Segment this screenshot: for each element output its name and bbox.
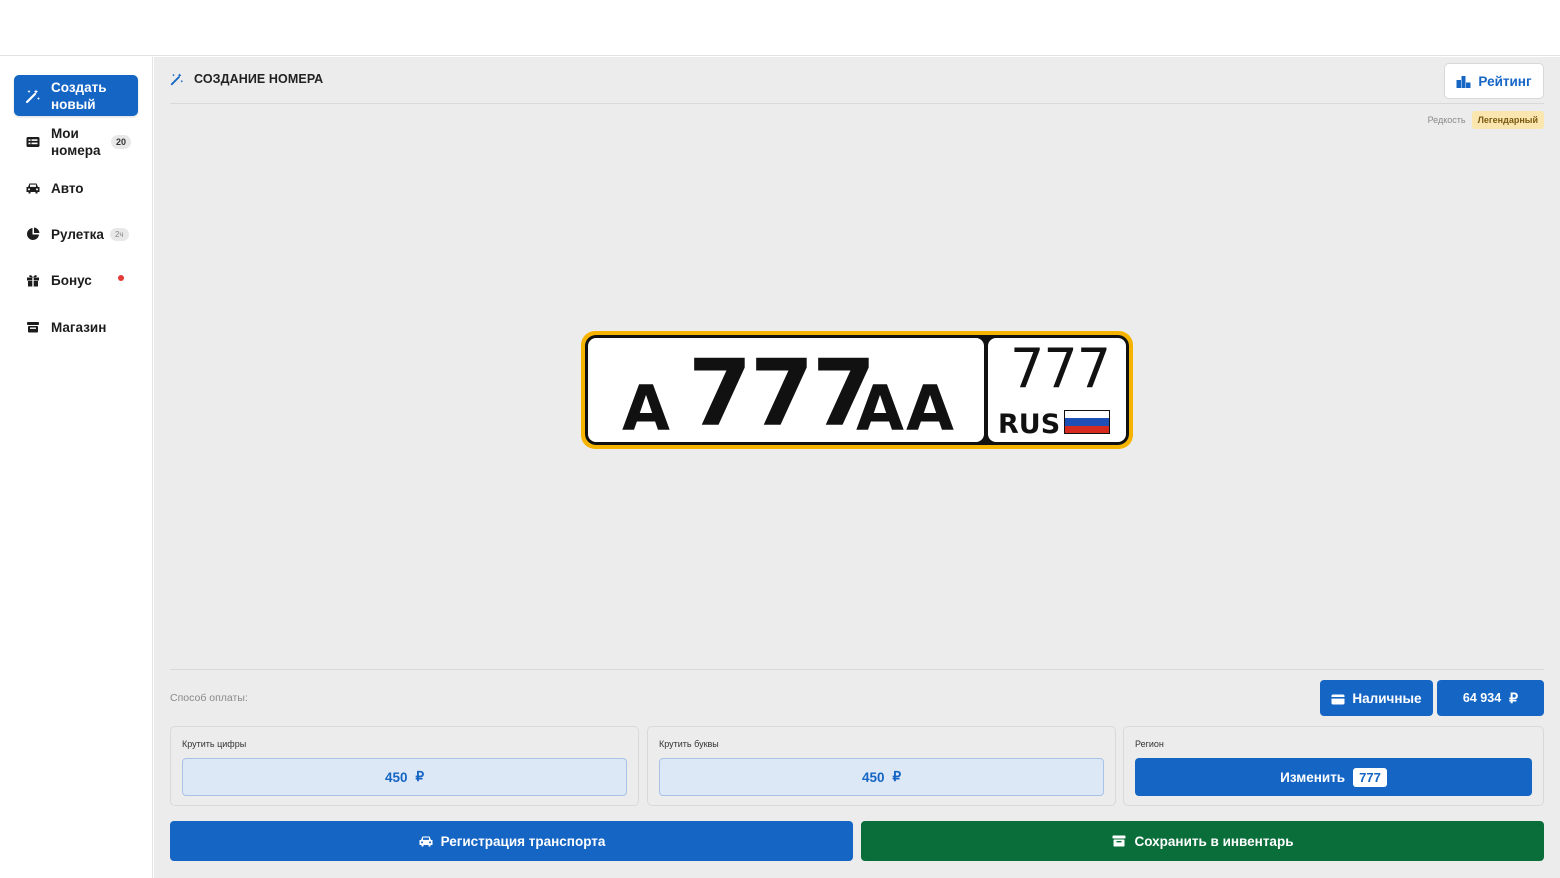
pie-chart-icon <box>25 226 41 242</box>
timer-badge: 2ч <box>109 227 129 241</box>
rarity-indicator: Редкость Легендарный <box>1428 111 1544 129</box>
spin-digits-price: 450 <box>384 769 408 785</box>
rarity-badge: Легендарный <box>1471 111 1544 129</box>
car-icon <box>25 180 41 196</box>
sidebar-item-create-new[interactable]: Создать новый <box>14 75 138 116</box>
region-card: Регион Изменить 777 <box>1123 726 1544 806</box>
ruble-sign: ₽ <box>415 769 425 784</box>
spin-letters-card: Крутить буквы 450 ₽ <box>647 726 1116 806</box>
plate-region-section: 777 RUS <box>988 338 1126 442</box>
ruble-sign: ₽ <box>892 769 902 784</box>
save-to-inventory-label: Сохранить в инвентарь <box>1134 833 1294 849</box>
balance-value: 64 934 <box>1462 691 1502 705</box>
spin-digits-label: Крутить цифры <box>182 739 247 749</box>
archive-icon <box>1112 835 1128 848</box>
sidebar-item-label: Бонус <box>51 272 92 288</box>
payment-method-button[interactable]: Наличные <box>1320 680 1433 716</box>
header-divider <box>170 103 1544 104</box>
top-bar <box>0 0 1560 56</box>
save-to-inventory-button[interactable]: Сохранить в инвентарь <box>861 821 1544 861</box>
spin-digits-card: Крутить цифры 450 ₽ <box>170 726 639 806</box>
store-icon <box>25 319 41 335</box>
plate-letters: АА <box>856 372 956 445</box>
sidebar-item-roulette[interactable]: Рулетка 2ч <box>14 225 138 243</box>
license-plate: А 777 АА 777 RUS <box>581 331 1133 449</box>
balance-display: 64 934 ₽ <box>1437 680 1544 716</box>
sidebar-item-shop[interactable]: Магазин <box>14 318 138 336</box>
car-icon <box>418 835 434 848</box>
sidebar-item-auto[interactable]: Авто <box>14 179 138 197</box>
list-card-icon <box>25 134 41 150</box>
plate-region-number: 777 <box>1010 337 1111 400</box>
rarity-label: Редкость <box>1427 115 1466 125</box>
sidebar-item-label: Мои номера <box>51 126 101 158</box>
plate-country-code: RUS <box>998 409 1061 440</box>
content-divider <box>170 669 1544 670</box>
plate-letter-first: А <box>622 372 670 445</box>
register-vehicle-button[interactable]: Регистрация транспорта <box>170 821 853 861</box>
magic-wand-icon <box>25 88 41 104</box>
sidebar-item-label: Создать новый <box>51 79 107 112</box>
rating-button-label: Рейтинг <box>1478 73 1532 89</box>
sidebar: Создать новый Мои номера 20 Авто Рулетка… <box>0 57 153 878</box>
payment-method-label: Способ оплаты: <box>170 692 248 704</box>
plate-border: А 777 АА 777 RUS <box>585 335 1129 445</box>
plate-digits: 777 <box>688 340 876 447</box>
region-label: Регион <box>1135 739 1164 749</box>
change-region-label: Изменить <box>1280 769 1346 785</box>
sidebar-item-bonus[interactable]: Бонус <box>14 271 138 289</box>
podium-icon <box>1456 75 1471 88</box>
sidebar-item-label: Магазин <box>51 319 107 335</box>
change-region-button[interactable]: Изменить 777 <box>1135 758 1532 796</box>
page-title: СОЗДАНИЕ НОМЕРА <box>170 72 323 86</box>
sidebar-item-label: Авто <box>51 180 84 196</box>
sidebar-item-my-plates[interactable]: Мои номера 20 <box>14 123 138 161</box>
spin-letters-price: 450 <box>861 769 885 785</box>
payment-method-text: Наличные <box>1352 690 1422 706</box>
main-panel: СОЗДАНИЕ НОМЕРА Рейтинг Редкость Легенда… <box>154 57 1560 878</box>
ruble-sign: ₽ <box>1509 689 1519 706</box>
gift-icon <box>25 272 41 288</box>
plate-number-section: А 777 АА <box>588 338 984 442</box>
spin-letters-button[interactable]: 450 ₽ <box>659 758 1104 796</box>
region-value: 777 <box>1353 767 1387 787</box>
magic-wand-icon <box>170 72 184 86</box>
spin-digits-button[interactable]: 450 ₽ <box>182 758 627 796</box>
register-vehicle-label: Регистрация транспорта <box>440 833 606 849</box>
page-title-text: СОЗДАНИЕ НОМЕРА <box>194 72 324 86</box>
wallet-icon <box>1331 693 1345 704</box>
notification-dot <box>118 275 124 281</box>
rating-button[interactable]: Рейтинг <box>1444 63 1544 99</box>
russia-flag-icon <box>1064 410 1110 434</box>
count-badge: 20 <box>111 135 132 149</box>
spin-letters-label: Крутить буквы <box>659 739 719 749</box>
sidebar-item-label: Рулетка <box>51 226 104 242</box>
